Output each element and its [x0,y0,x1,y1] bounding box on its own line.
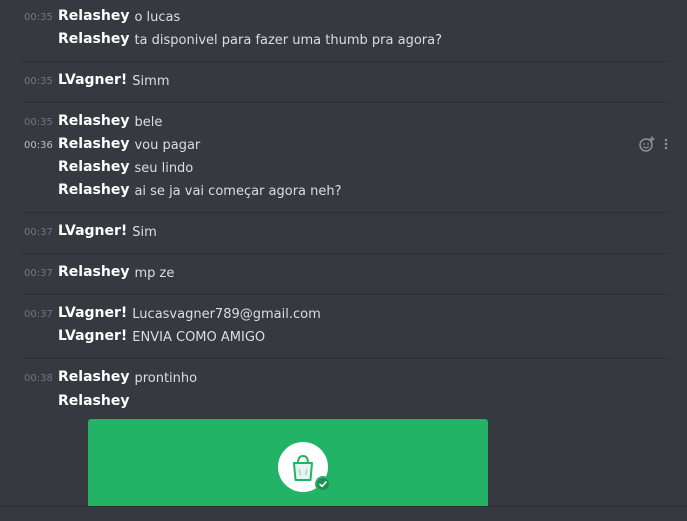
message-line[interactable]: 00:35 Relashey bele [0,113,687,133]
message-hover-actions [638,136,674,152]
message-text: Sim [132,225,157,240]
message-group-divider [20,358,669,359]
message-text: mp ze [134,266,175,281]
chat-messages: 00:35 Relashey o lucas Relashey ta dispo… [0,0,687,521]
message-group-divider [20,102,669,103]
message-author[interactable]: Relashey [58,113,129,129]
message-author[interactable]: Relashey [58,393,129,409]
message-author[interactable]: Relashey [58,182,129,198]
message-line[interactable]: Relashey ta disponivel para fazer uma th… [0,31,687,51]
message-text: ai se ja vai começar agora neh? [134,184,342,199]
message-author[interactable]: LVagner! [58,72,127,88]
message-author[interactable]: Relashey [58,264,129,280]
message-text: vou pagar [134,138,201,153]
message-line[interactable]: 00:37 Relashey mp ze [0,264,687,284]
message-text: prontinho [134,371,198,386]
message-author[interactable]: LVagner! [58,223,127,239]
message-text: o lucas [134,10,181,25]
message-group-divider [20,61,669,62]
message-author[interactable]: Relashey [58,159,129,175]
message-group-divider [20,212,669,213]
message-author[interactable]: Relashey [58,136,129,152]
message-line[interactable]: 00:37 LVagner! Lucasvagner789@gmail.com [0,305,687,325]
message-timestamp: 00:37 [24,309,53,320]
message-author[interactable]: LVagner! [58,305,127,321]
add-reaction-icon[interactable] [638,136,656,152]
chat-bottom-edge [0,506,687,521]
message-author[interactable]: LVagner! [58,328,127,344]
message-text: Simm [132,74,170,89]
message-embed-card[interactable] [88,419,488,506]
message-line[interactable]: 00:35 LVagner! Simm [0,72,687,92]
message-line[interactable]: Relashey ai se ja vai começar agora neh? [0,182,687,202]
message-author[interactable]: Relashey [58,8,129,24]
message-group-divider [20,294,669,295]
message-author[interactable]: Relashey [58,31,129,47]
message-line[interactable]: 00:38 Relashey prontinho [0,369,687,389]
message-line[interactable]: 00:35 Relashey o lucas [0,8,687,28]
message-timestamp: 00:38 [24,373,53,384]
message-timestamp: 00:35 [24,117,53,128]
check-badge-icon [315,476,331,492]
message-line[interactable]: 00:37 LVagner! Sim [0,223,687,243]
message-line[interactable]: Relashey [0,393,687,413]
message-group-divider [20,253,669,254]
message-timestamp: 00:36 [24,140,53,151]
message-text: ta disponivel para fazer uma thumb pra a… [134,33,442,48]
message-timestamp: 00:37 [24,268,53,279]
message-timestamp: 00:37 [24,227,53,238]
message-text: bele [134,115,163,130]
more-options-icon[interactable] [662,136,670,152]
message-text: ENVIA COMO AMIGO [132,330,266,345]
message-text: Lucasvagner789@gmail.com [132,307,321,322]
message-line[interactable]: 00:36 Relashey vou pagar [0,136,687,156]
message-timestamp: 00:35 [24,12,53,23]
message-text: seu lindo [134,161,194,176]
message-line[interactable]: LVagner! ENVIA COMO AMIGO [0,328,687,348]
message-line[interactable]: Relashey seu lindo [0,159,687,179]
message-author[interactable]: Relashey [58,369,129,385]
message-timestamp: 00:35 [24,76,53,87]
